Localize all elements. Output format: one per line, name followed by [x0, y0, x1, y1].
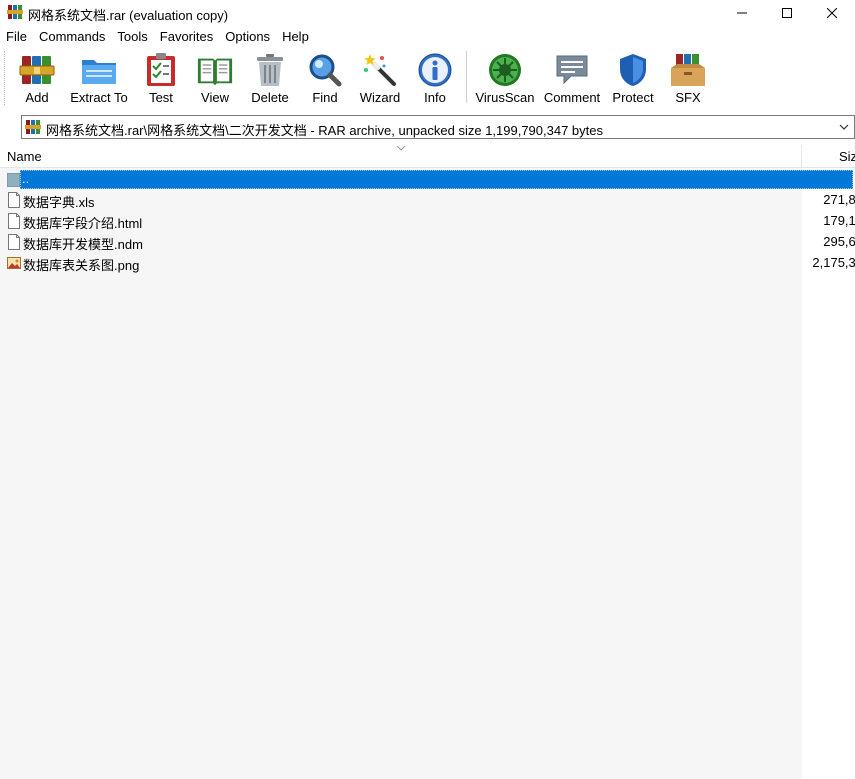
path-bar[interactable]: 网格系统文档.rar\网格系统文档\二次开发文档 - RAR archive, … [21, 115, 855, 139]
file-name: 数据库开发模型.ndm [23, 237, 143, 252]
file-size: 2,175,36 [812, 255, 855, 270]
find-button[interactable]: Find [306, 51, 344, 107]
list-item-parent[interactable]: .. [0, 168, 855, 189]
path-dropdown-button[interactable] [836, 116, 852, 138]
file-list[interactable]: .. 数据字典.xls 271,87 数据库字段介绍.html 179,19 数… [0, 168, 855, 779]
test-button[interactable]: Test [142, 51, 180, 107]
add-label: Add [25, 90, 49, 105]
delete-label: Delete [251, 90, 289, 105]
virusscan-label: VirusScan [475, 90, 535, 105]
column-size-header[interactable]: Siz [839, 149, 855, 164]
virus-scan-icon [489, 54, 521, 86]
info-icon [418, 53, 452, 87]
protect-label: Protect [612, 90, 654, 105]
minimize-button[interactable] [719, 0, 765, 25]
test-label: Test [149, 90, 173, 105]
chevron-down-icon [839, 124, 849, 130]
speech-bubble-icon [556, 55, 588, 85]
file-name: 数据字典.xls [23, 195, 95, 210]
file-name: 数据库表关系图.png [23, 258, 140, 273]
minimize-icon [737, 12, 747, 13]
delete-button[interactable]: Delete [249, 51, 291, 107]
maximize-button[interactable] [764, 0, 810, 25]
extract-to-button[interactable]: Extract To [68, 51, 130, 107]
find-label: Find [312, 90, 338, 105]
wizard-button[interactable]: Wizard [357, 51, 403, 107]
file-size: 271,87 [823, 192, 855, 207]
magnifier-icon [309, 54, 342, 87]
winrar-app-icon [7, 5, 23, 19]
open-book-icon [197, 58, 233, 86]
menu-options[interactable]: Options [219, 27, 276, 46]
comment-label: Comment [543, 90, 601, 105]
add-button[interactable]: Add [17, 51, 57, 107]
file-size: 295,61 [823, 234, 855, 249]
column-header: Name Siz [0, 145, 855, 168]
file-name: .. [22, 171, 30, 186]
wizard-label: Wizard [359, 90, 401, 105]
menu-bar: File Commands Tools Favorites Options He… [0, 27, 315, 46]
rar-archive-icon [25, 120, 41, 134]
sfx-box-icon [671, 54, 705, 86]
window-title: 网格系统文档.rar (evaluation copy) [28, 8, 229, 23]
menu-tools[interactable]: Tools [111, 27, 153, 46]
info-button[interactable]: Info [416, 51, 454, 107]
toolbar-grip[interactable] [4, 51, 7, 105]
close-button[interactable] [809, 0, 855, 25]
selection-highlight [20, 170, 853, 189]
column-divider[interactable] [801, 145, 802, 168]
winrar-books-icon [19, 56, 55, 84]
view-label: View [201, 90, 229, 105]
trash-can-icon [257, 54, 283, 86]
column-name-header[interactable]: Name [7, 149, 42, 164]
sort-chevron-icon [396, 145, 406, 151]
menu-file[interactable]: File [0, 27, 33, 46]
extract-to-label: Extract To [70, 90, 128, 105]
document-icon [8, 234, 20, 250]
clipboard-test-icon [147, 53, 175, 86]
parent-folder-icon [7, 173, 20, 187]
title-bar: 网格系统文档.rar (evaluation copy) [0, 0, 855, 25]
magic-wand-icon [364, 54, 396, 86]
sfx-label: SFX [675, 90, 701, 105]
list-item[interactable]: 数据库表关系图.png 2,175,36 [0, 252, 855, 273]
image-file-icon [7, 257, 21, 269]
toolbar: Add Extract To Test View Delete Find Wiz… [0, 47, 855, 109]
folder-extract-icon [82, 60, 116, 84]
sfx-button[interactable]: SFX [667, 51, 709, 107]
list-item[interactable]: 数据库开发模型.ndm 295,61 [0, 231, 855, 252]
virusscan-button[interactable]: VirusScan [475, 51, 535, 107]
document-icon [8, 213, 20, 229]
path-text: 网格系统文档.rar\网格系统文档\二次开发文档 - RAR archive, … [46, 123, 604, 138]
protect-button[interactable]: Protect [610, 51, 656, 107]
info-label: Info [424, 90, 446, 105]
file-size: 179,19 [823, 213, 855, 228]
file-name: 数据库字段介绍.html [23, 216, 143, 231]
document-icon [8, 192, 20, 208]
close-icon [827, 7, 837, 18]
comment-button[interactable]: Comment [542, 51, 602, 107]
maximize-icon [782, 7, 792, 18]
shield-icon [620, 54, 646, 86]
list-item[interactable]: 数据字典.xls 271,87 [0, 189, 855, 210]
view-button[interactable]: View [193, 51, 237, 107]
menu-favorites[interactable]: Favorites [154, 27, 219, 46]
toolbar-separator [466, 51, 467, 103]
menu-commands[interactable]: Commands [33, 27, 111, 46]
list-item[interactable]: 数据库字段介绍.html 179,19 [0, 210, 855, 231]
menu-help[interactable]: Help [276, 27, 315, 46]
